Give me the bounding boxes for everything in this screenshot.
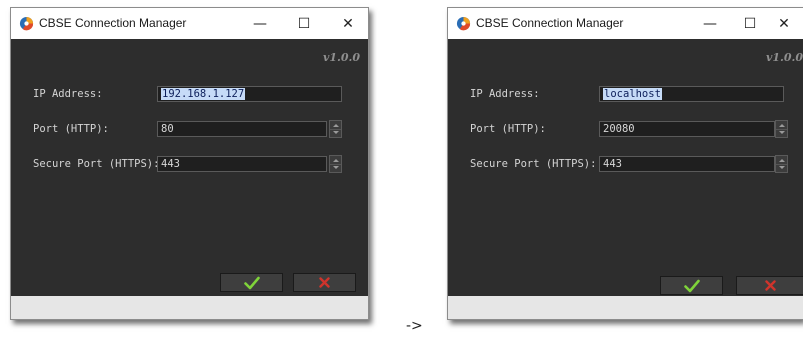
cancel-button[interactable] xyxy=(736,276,803,295)
port-https-spinner[interactable] xyxy=(329,155,342,173)
x-icon xyxy=(764,280,776,291)
port-http-spinner[interactable] xyxy=(775,120,788,138)
spin-down-icon xyxy=(333,131,339,134)
title-bar[interactable]: CBSE Connection Manager — ☐ ✕ xyxy=(448,8,803,39)
ip-address-label: IP Address: xyxy=(470,88,540,100)
spin-up-icon xyxy=(333,159,339,162)
checkmark-icon xyxy=(683,279,700,292)
port-https-label: Secure Port (HTTPS): xyxy=(470,158,597,170)
dialog-body: v1.0.0 IP Address: localhost Port (HTTP)… xyxy=(448,39,803,296)
port-https-spinner[interactable] xyxy=(775,155,788,173)
cancel-button[interactable] xyxy=(293,273,356,292)
title-bar[interactable]: CBSE Connection Manager — ☐ ✕ xyxy=(11,8,368,39)
app-icon xyxy=(19,16,34,31)
window-title: CBSE Connection Manager xyxy=(39,16,187,30)
minimize-button[interactable]: — xyxy=(238,8,282,39)
ip-address-input[interactable]: 192.168.1.127 xyxy=(157,86,342,102)
ip-address-label: IP Address: xyxy=(33,88,103,100)
port-http-label: Port (HTTP): xyxy=(470,123,546,135)
version-label: v1.0.0 xyxy=(322,51,360,64)
ip-address-value: 192.168.1.127 xyxy=(161,88,246,100)
maximize-button[interactable]: ☐ xyxy=(282,8,326,39)
app-icon xyxy=(456,16,471,31)
port-https-input[interactable]: 443 xyxy=(157,156,327,172)
port-http-spinner[interactable] xyxy=(329,120,342,138)
window-title: CBSE Connection Manager xyxy=(476,16,624,30)
port-https-value: 443 xyxy=(603,158,622,170)
close-button[interactable]: ✕ xyxy=(326,8,370,39)
connection-manager-window-before: CBSE Connection Manager — ☐ ✕ v1.0.0 IP … xyxy=(10,7,369,320)
status-bar xyxy=(448,296,803,319)
close-button[interactable]: ✕ xyxy=(762,8,803,39)
checkmark-icon xyxy=(243,276,260,289)
x-icon xyxy=(319,277,330,288)
connection-manager-window-after: CBSE Connection Manager — ☐ ✕ v1.0.0 IP … xyxy=(447,7,803,320)
port-http-label: Port (HTTP): xyxy=(33,123,109,135)
ip-address-input[interactable]: localhost xyxy=(599,86,784,102)
port-http-input[interactable]: 80 xyxy=(157,121,327,137)
ok-button[interactable] xyxy=(660,276,723,295)
port-http-value: 20080 xyxy=(603,123,635,135)
port-https-input[interactable]: 443 xyxy=(599,156,775,172)
spin-up-icon xyxy=(779,124,785,127)
status-bar xyxy=(11,296,368,319)
port-https-value: 443 xyxy=(161,158,180,170)
port-http-value: 80 xyxy=(161,123,174,135)
dialog-body: v1.0.0 IP Address: 192.168.1.127 Port (H… xyxy=(11,39,368,296)
ip-address-value: localhost xyxy=(603,88,662,100)
minimize-button[interactable]: — xyxy=(688,8,732,39)
transition-arrow: -> xyxy=(406,318,423,334)
port-https-label: Secure Port (HTTPS): xyxy=(33,158,160,170)
port-http-input[interactable]: 20080 xyxy=(599,121,775,137)
spin-up-icon xyxy=(779,159,785,162)
spin-down-icon xyxy=(779,131,785,134)
version-label: v1.0.0 xyxy=(765,51,803,64)
spin-up-icon xyxy=(333,124,339,127)
spin-down-icon xyxy=(333,166,339,169)
spin-down-icon xyxy=(779,166,785,169)
ok-button[interactable] xyxy=(220,273,283,292)
